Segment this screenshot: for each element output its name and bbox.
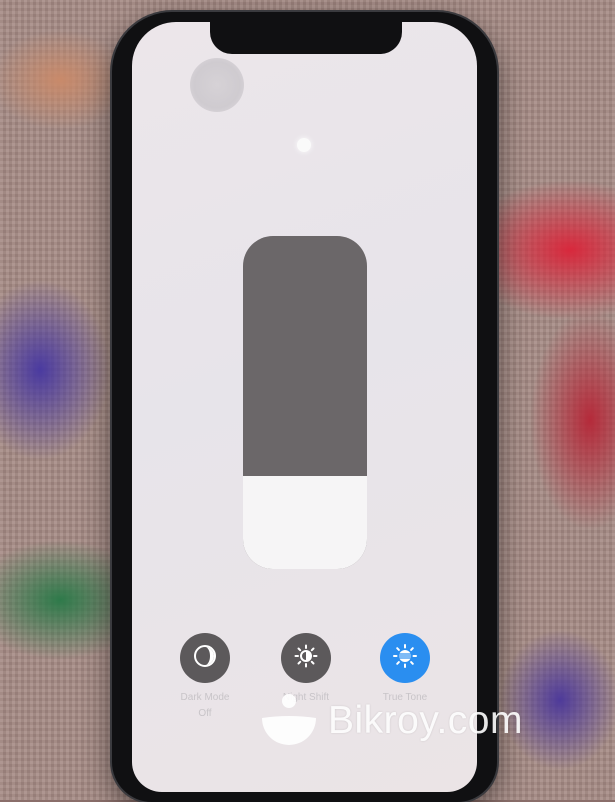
watermark-text: Bikroy.com xyxy=(328,699,523,742)
brightness-slider-fill xyxy=(243,475,367,569)
dark-mode-icon xyxy=(193,644,217,673)
blurred-control xyxy=(190,58,244,112)
bikroy-logo-icon xyxy=(262,694,316,745)
night-shift-icon xyxy=(294,644,318,673)
watermark: Bikroy.com xyxy=(258,692,523,750)
true-tone-icon xyxy=(392,643,418,674)
brightness-sun-icon xyxy=(297,138,311,152)
dark-mode-label: Dark Mode xyxy=(180,692,230,703)
notch xyxy=(210,18,402,54)
brightness-slider[interactable] xyxy=(243,236,367,569)
true-tone-button[interactable] xyxy=(380,633,430,683)
night-shift-button[interactable] xyxy=(281,633,331,683)
dark-mode-state: Off xyxy=(198,708,212,719)
dark-mode-button[interactable] xyxy=(180,633,230,683)
